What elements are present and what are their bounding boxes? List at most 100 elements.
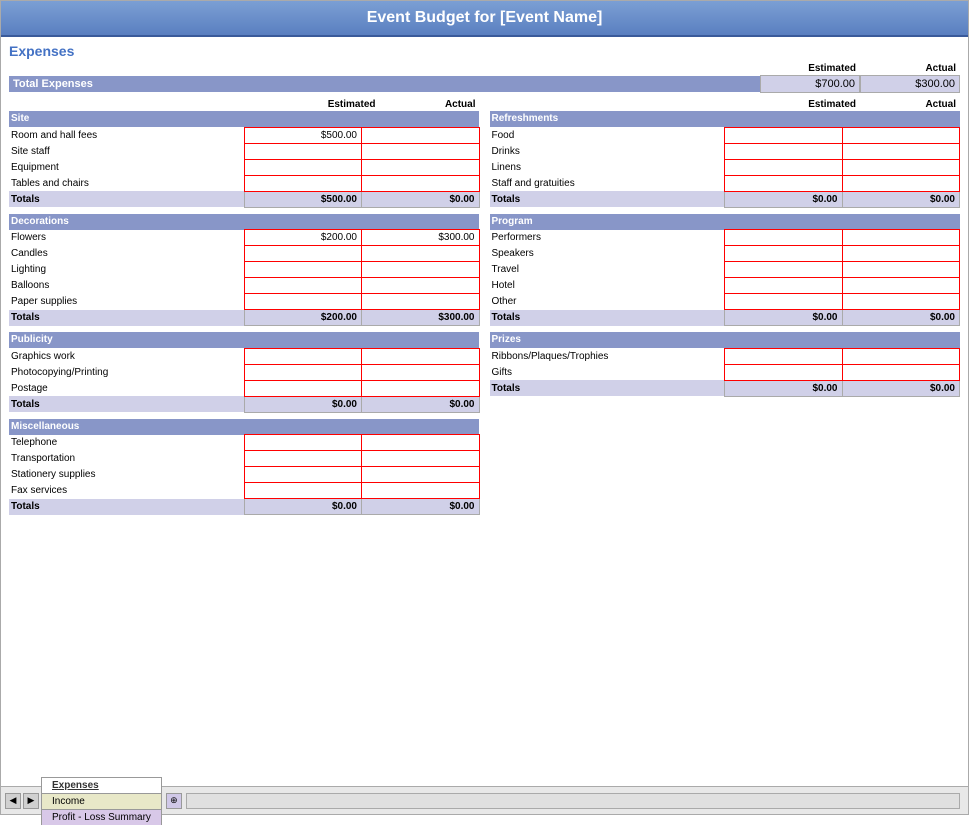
item-label: Site staff [9,143,244,159]
expenses-heading: Expenses [9,43,960,59]
scrollbar-area[interactable] [186,793,960,809]
totals-row: Totals $0.00 $0.00 [9,396,479,412]
item-estimated[interactable] [244,467,362,483]
item-estimated[interactable] [725,262,843,278]
item-estimated[interactable] [725,364,843,380]
item-estimated[interactable] [725,175,843,191]
item-actual[interactable] [362,159,480,175]
totals-estimated: $0.00 [725,310,843,326]
item-estimated[interactable]: $200.00 [244,230,362,246]
item-actual[interactable] [362,380,480,396]
item-actual[interactable] [842,294,960,310]
item-label: Photocopying/Printing [9,364,244,380]
item-estimated[interactable] [244,348,362,364]
item-estimated[interactable] [725,278,843,294]
table-row: Ribbons/Plaques/Trophies [490,348,960,364]
col-estimated: Estimated [760,99,860,110]
item-estimated[interactable] [244,294,362,310]
item-actual[interactable] [842,159,960,175]
item-actual[interactable]: $300.00 [362,230,480,246]
section-header-publicity: Publicity [9,332,479,348]
item-actual[interactable] [362,143,480,159]
item-estimated[interactable] [244,278,362,294]
table-row: Graphics work [9,348,479,364]
item-actual[interactable] [842,364,960,380]
item-actual[interactable] [362,246,480,262]
item-estimated[interactable] [244,159,362,175]
item-estimated[interactable]: $500.00 [244,127,362,143]
item-actual[interactable] [362,127,480,143]
tab-profit---loss-summary[interactable]: Profit - Loss Summary [41,809,162,825]
item-label: Tables and chairs [9,175,244,191]
item-actual[interactable] [842,127,960,143]
totals-label: Totals [490,310,725,326]
section-site: Estimated Actual Site Room and hall fees… [9,99,480,208]
item-estimated[interactable] [244,483,362,499]
left-sections: Estimated Actual Site Room and hall fees… [9,99,480,515]
nav-prev-icon[interactable]: ◀ [5,793,21,809]
tab-addon-icon: ⊕ [166,793,182,809]
tab-expenses[interactable]: Expenses [41,777,162,793]
item-actual[interactable] [362,451,480,467]
item-actual[interactable] [842,246,960,262]
item-actual[interactable] [362,294,480,310]
nav-next-icon[interactable]: ▶ [23,793,39,809]
tab-income[interactable]: Income [41,793,162,809]
item-estimated[interactable] [725,348,843,364]
section-header-prizes: Prizes [490,332,960,348]
totals-actual: $0.00 [842,380,960,396]
totals-row: Totals $500.00 $0.00 [9,191,479,207]
table-row: Photocopying/Printing [9,364,479,380]
item-estimated[interactable] [244,143,362,159]
item-estimated[interactable] [725,143,843,159]
totals-row: Totals $0.00 $0.00 [9,499,479,515]
item-actual[interactable] [362,364,480,380]
item-estimated[interactable] [244,262,362,278]
item-estimated[interactable] [244,246,362,262]
table-program: Program Performers Speakers Travel Hotel… [490,214,961,327]
table-row: Flowers $200.00 $300.00 [9,230,479,246]
item-estimated[interactable] [725,246,843,262]
section-header-refreshments: Refreshments [490,111,960,127]
item-actual[interactable] [842,262,960,278]
table-row: Other [490,294,960,310]
item-actual[interactable] [842,278,960,294]
item-estimated[interactable] [244,364,362,380]
item-actual[interactable] [842,143,960,159]
item-estimated[interactable] [244,435,362,451]
item-actual[interactable] [842,175,960,191]
table-row: Paper supplies [9,294,479,310]
item-actual[interactable] [362,278,480,294]
item-actual[interactable] [842,230,960,246]
item-actual[interactable] [362,435,480,451]
item-estimated[interactable] [244,175,362,191]
item-label: Staff and gratuities [490,175,725,191]
item-actual[interactable] [362,262,480,278]
item-actual[interactable] [362,483,480,499]
item-actual[interactable] [362,175,480,191]
totals-estimated: $200.00 [244,310,362,326]
section-name-site: Site [9,111,479,127]
item-estimated[interactable] [725,127,843,143]
total-actual-header: Actual [860,63,960,74]
item-actual[interactable] [362,467,480,483]
item-label: Balloons [9,278,244,294]
item-estimated[interactable] [725,294,843,310]
item-estimated[interactable] [244,451,362,467]
table-miscellaneous: Miscellaneous Telephone Transportation S… [9,419,480,516]
item-label: Ribbons/Plaques/Trophies [490,348,725,364]
item-actual[interactable] [842,348,960,364]
table-row: Site staff [9,143,479,159]
section-header-site: Site [9,111,479,127]
item-estimated[interactable] [725,230,843,246]
total-estimated-header: Estimated [760,63,860,74]
table-row: Stationery supplies [9,467,479,483]
item-actual[interactable] [362,348,480,364]
section-prizes: Prizes Ribbons/Plaques/Trophies Gifts To… [490,332,961,397]
item-estimated[interactable] [725,159,843,175]
item-estimated[interactable] [244,380,362,396]
table-row: Speakers [490,246,960,262]
table-row: Tables and chairs [9,175,479,191]
totals-row: Totals $0.00 $0.00 [490,310,960,326]
item-label: Room and hall fees [9,127,244,143]
